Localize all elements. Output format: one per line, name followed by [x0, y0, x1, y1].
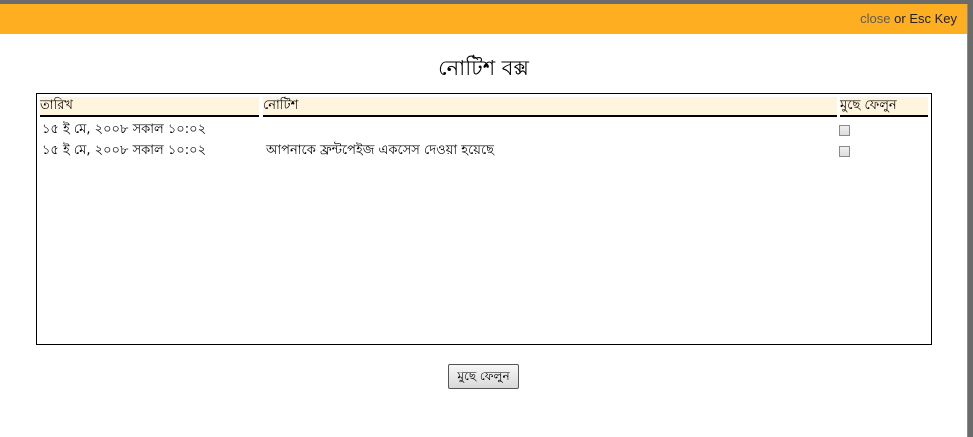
row-delete-checkbox[interactable] — [839, 146, 850, 157]
row-notice: আপনাকে ফ্রন্টপেইজ একসেস দেওয়া হয়েছে — [266, 143, 495, 158]
delete-button[interactable]: মুছে ফেলুন — [448, 364, 519, 389]
close-link[interactable]: close — [860, 11, 890, 26]
notice-dialog: close or Esc Key নোটিশ বক্স তারিখ নোটিশ … — [0, 4, 968, 437]
dialog-topbar: close or Esc Key — [0, 4, 967, 34]
row-delete-checkbox[interactable] — [839, 125, 850, 136]
row-date: ১৫ ই মে, ২০০৮ সকাল ১০:০২ — [42, 143, 207, 158]
page-title: নোটিশ বক্স — [438, 56, 529, 80]
esc-hint: or Esc Key — [890, 11, 957, 26]
table-row: ১৫ ই মে, ২০০৮ সকাল ১০:০২ — [37, 120, 931, 140]
close-area: close or Esc Key — [860, 11, 957, 26]
table-row: ১৫ ই মে, ২০০৮ সকাল ১০:০২ আপনাকে ফ্রন্টপে… — [37, 141, 931, 161]
notice-table: তারিখ নোটিশ মুছে ফেলুন ১৫ ই মে, ২০০৮ সকা… — [36, 93, 932, 345]
column-header-date: তারিখ — [40, 97, 259, 117]
column-header-delete: মুছে ফেলুন — [840, 97, 928, 117]
column-header-notice: নোটিশ — [263, 97, 837, 117]
row-date: ১৫ ই মে, ২০০৮ সকাল ১০:০২ — [42, 122, 207, 137]
